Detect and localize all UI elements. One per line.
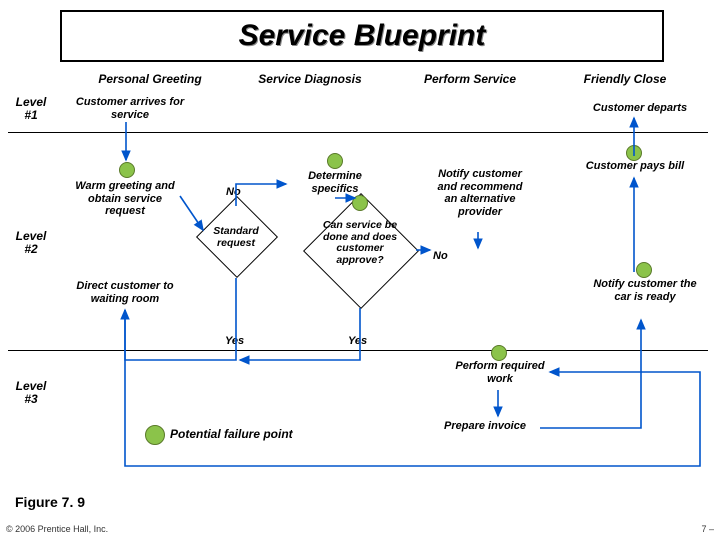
failure-point-dot-perform bbox=[491, 345, 507, 361]
node-prepare-invoice: Prepare invoice bbox=[430, 420, 540, 433]
level-2-num: #2 bbox=[24, 242, 37, 256]
node-notify-alternative: Notify customer and recommend an alterna… bbox=[430, 168, 530, 219]
column-header-1: Personal Greeting bbox=[85, 72, 215, 86]
failure-point-dot-approve bbox=[352, 195, 368, 211]
divider-line-1 bbox=[8, 132, 708, 133]
node-customer-departs: Customer departs bbox=[580, 102, 700, 115]
edge-label-yes-1: Yes bbox=[225, 335, 244, 347]
column-header-3: Perform Service bbox=[405, 72, 535, 86]
level-2-word: Level bbox=[16, 229, 47, 243]
edge-label-no-2: No bbox=[433, 250, 448, 262]
column-header-4: Friendly Close bbox=[560, 72, 690, 86]
edge-label-no-1: No bbox=[226, 186, 241, 198]
failure-point-dot-greeting bbox=[119, 162, 135, 178]
level-3-num: #3 bbox=[24, 392, 37, 406]
level-3-word: Level bbox=[16, 379, 47, 393]
copyright-text: © 2006 Prentice Hall, Inc. bbox=[6, 524, 108, 534]
level-1-word: Level bbox=[16, 95, 47, 109]
failure-point-dot-pays bbox=[626, 145, 642, 161]
decision-approve-label: Can service be done and does customer ap… bbox=[316, 220, 404, 266]
node-warm-greeting: Warm greeting and obtain service request bbox=[70, 180, 180, 218]
failure-point-legend-dot bbox=[145, 425, 165, 445]
edge-label-yes-2: Yes bbox=[348, 335, 367, 347]
failure-point-legend-text: Potential failure point bbox=[170, 428, 330, 442]
node-perform-work: Perform required work bbox=[450, 360, 550, 385]
divider-line-2 bbox=[8, 350, 708, 351]
level-1-num: #1 bbox=[24, 108, 37, 122]
decision-standard-request-label: Standard request bbox=[206, 226, 266, 249]
figure-number: Figure 7. 9 bbox=[15, 494, 85, 510]
node-direct-waiting: Direct customer to waiting room bbox=[70, 280, 180, 305]
level-3-label: Level #3 bbox=[10, 380, 52, 406]
failure-point-dot-ready bbox=[636, 262, 652, 278]
diagram-title: Service Blueprint bbox=[60, 10, 664, 62]
level-1-label: Level #1 bbox=[10, 96, 52, 122]
page-number: 7 – bbox=[701, 524, 714, 534]
column-header-2: Service Diagnosis bbox=[245, 72, 375, 86]
node-customer-pays: Customer pays bill bbox=[570, 160, 700, 173]
node-determine-specifics: Determine specifics bbox=[290, 170, 380, 195]
level-2-label: Level #2 bbox=[10, 230, 52, 256]
failure-point-dot-determine bbox=[327, 153, 343, 169]
node-notify-ready: Notify customer the car is ready bbox=[590, 278, 700, 303]
node-customer-arrives: Customer arrives for service bbox=[70, 96, 190, 121]
